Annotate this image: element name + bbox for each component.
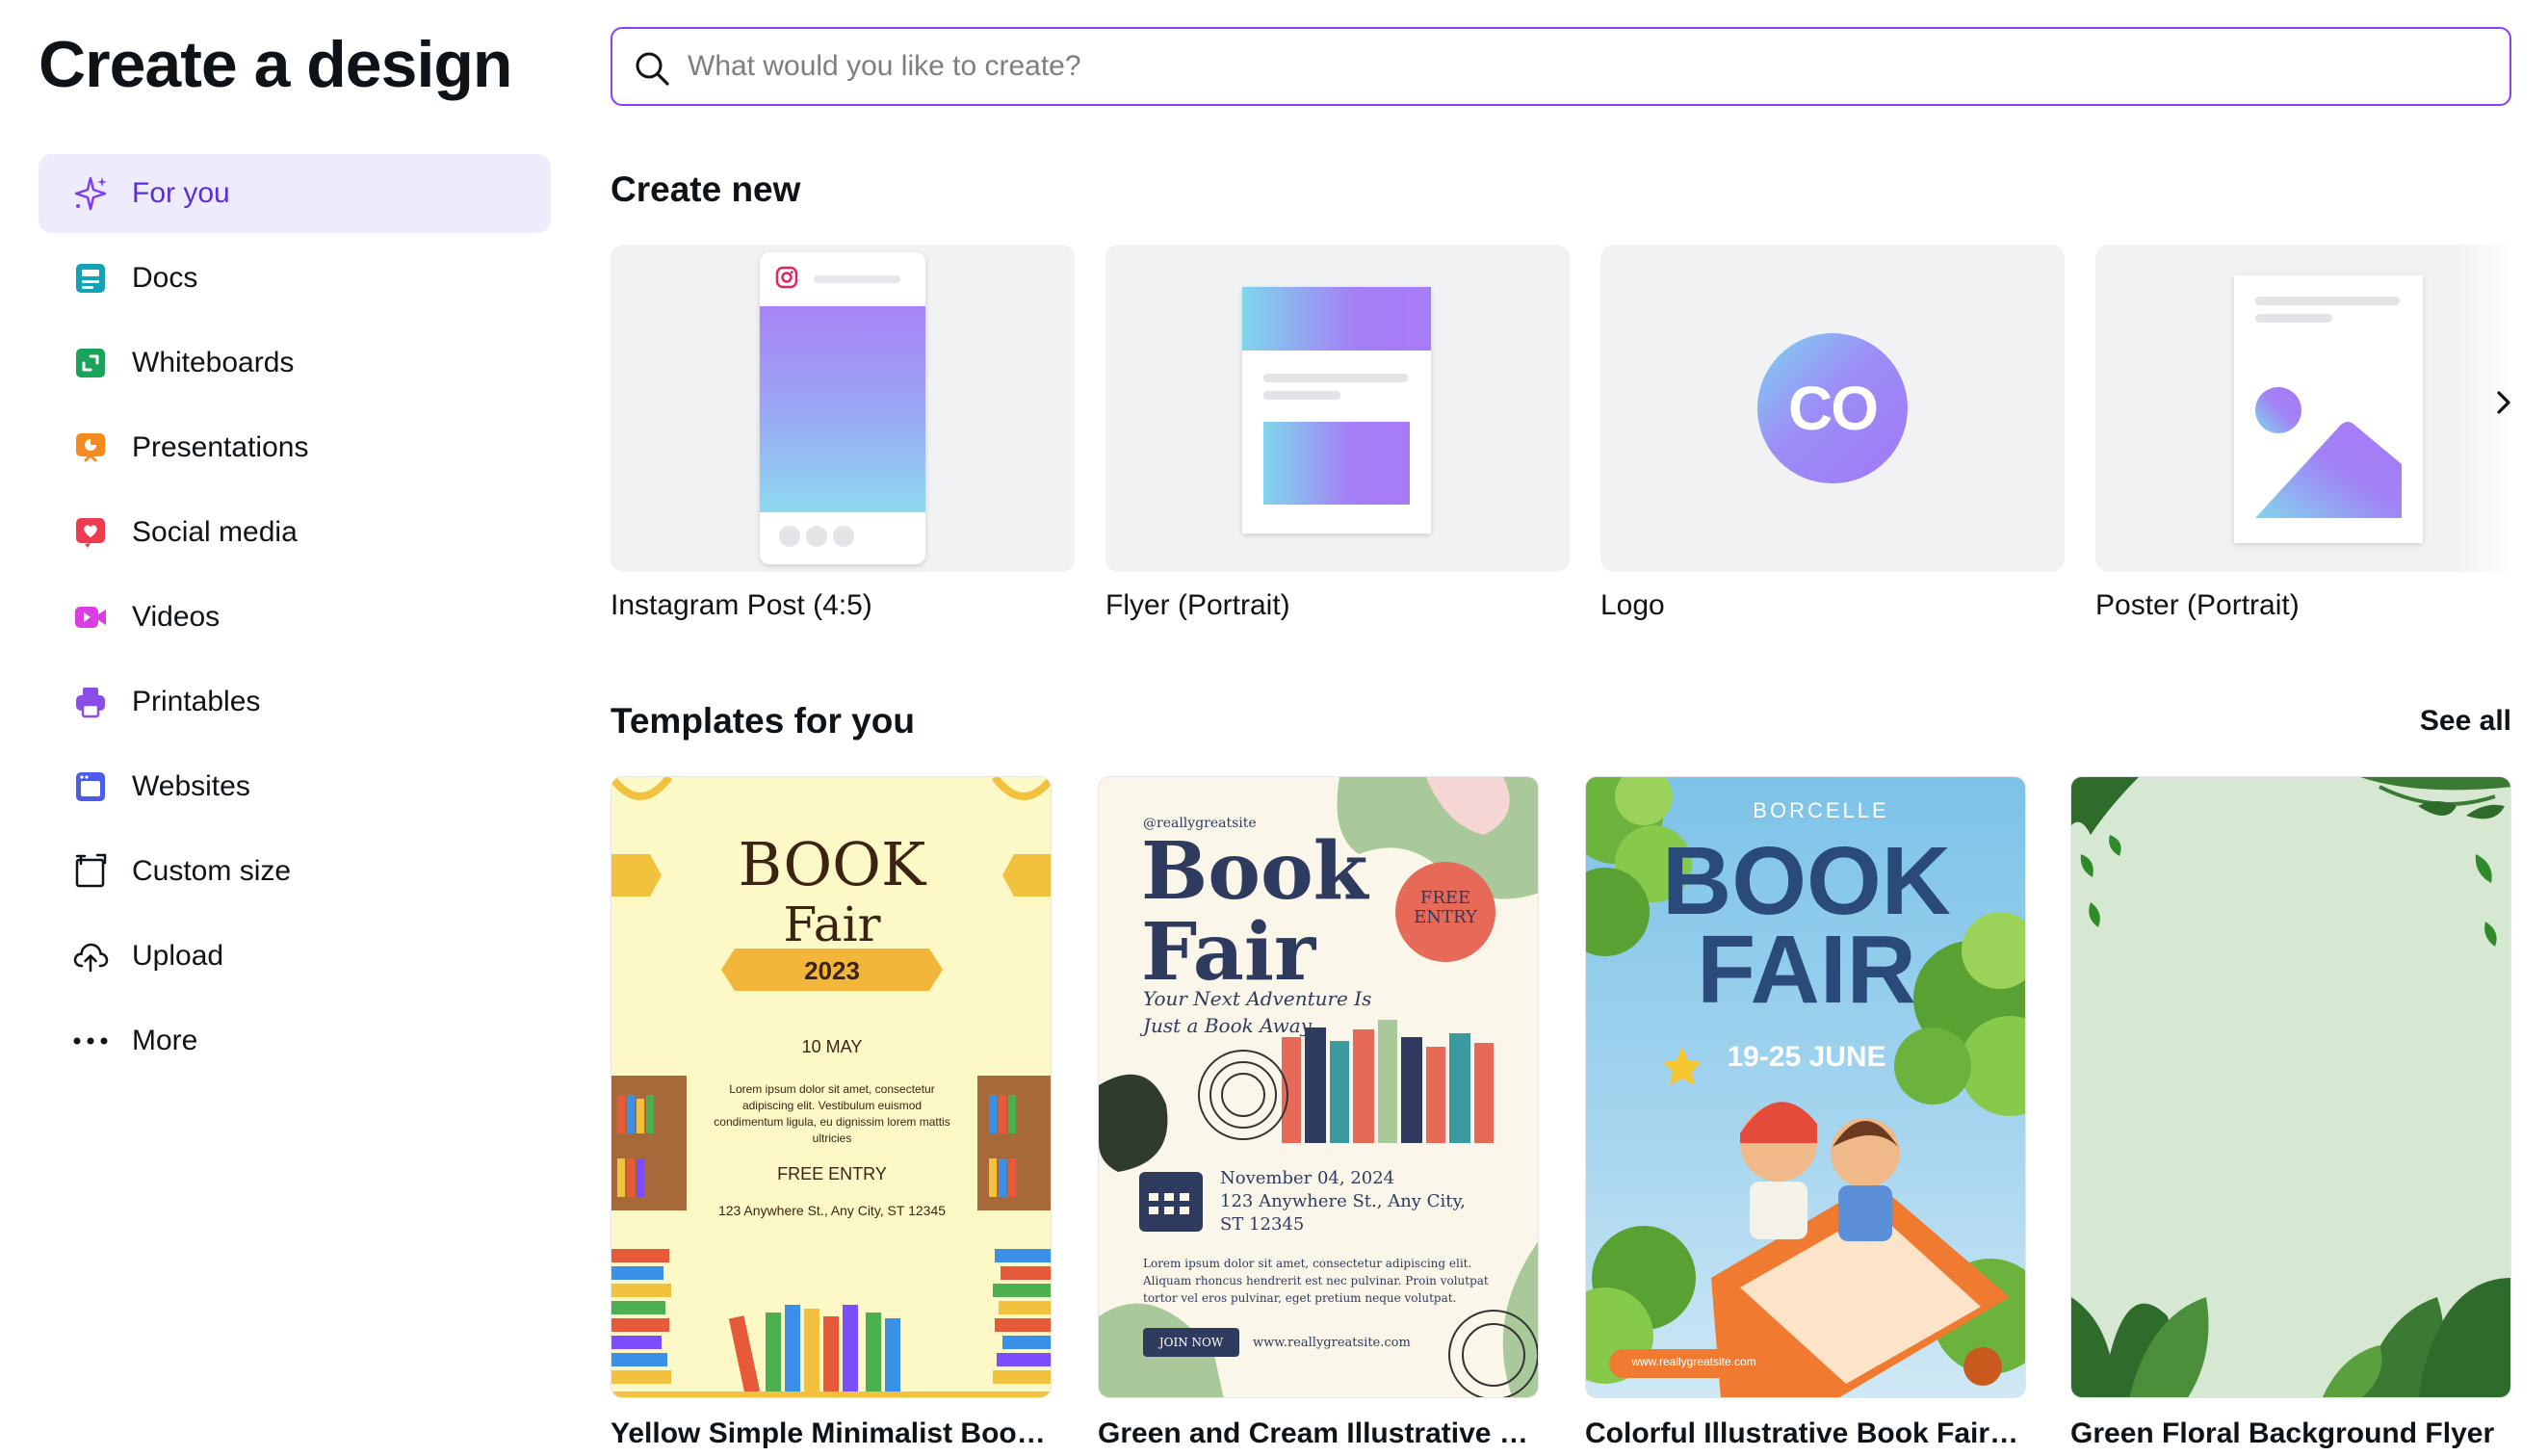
template-label: Yellow Simple Minimalist Book ... xyxy=(611,1417,1052,1449)
template-address-line2: ST 12345 xyxy=(1220,1214,1305,1235)
sidebar-item-upload[interactable]: Upload xyxy=(39,917,551,996)
sidebar-item-label: Upload xyxy=(132,940,224,972)
heart-icon xyxy=(71,513,110,552)
sidebar-item-label: More xyxy=(132,1025,198,1056)
template-site: www.reallygreatsite.com xyxy=(1631,1355,1756,1368)
custom-size-icon xyxy=(71,852,110,891)
template-card-colorful-book-fair[interactable]: BORCELLE BOOK FAIR 19-25 JUNE www.really… xyxy=(1585,776,2026,1398)
create-new-heading: Create new xyxy=(611,169,801,209)
flyer-mockup xyxy=(1242,287,1431,533)
carousel-next-button[interactable] xyxy=(2475,376,2533,433)
sidebar-item-label: Presentations xyxy=(132,431,309,463)
template-brand: BORCELLE xyxy=(1753,798,1889,822)
template-title-line2: Fair xyxy=(1141,906,1316,999)
template-label: Green Floral Background Flyer xyxy=(2070,1417,2495,1449)
template-title-line2: Fair xyxy=(783,897,881,952)
logo-text: CO xyxy=(1788,374,1879,443)
sidebar-item-label: Whiteboards xyxy=(132,347,295,378)
create-card-instagram-post[interactable] xyxy=(611,245,1075,572)
video-icon xyxy=(71,598,110,637)
sidebar-item-for-you[interactable]: For you xyxy=(39,154,551,233)
sidebar-item-label: Custom size xyxy=(132,855,292,887)
search-input[interactable] xyxy=(688,37,2479,96)
template-title-line2: FAIR xyxy=(1697,916,1916,1024)
sidebar-item-whiteboards[interactable]: Whiteboards xyxy=(39,324,551,403)
template-card-yellow-book-fair[interactable]: BOOK Fair 2023 10 MAY Lorem ipsum dolor … xyxy=(611,776,1052,1398)
sidebar-item-custom-size[interactable]: Custom size xyxy=(39,832,551,911)
create-card-poster-portrait[interactable] xyxy=(2095,245,2511,572)
logo-mark: CO xyxy=(1757,333,1908,483)
template-address: 123 Anywhere St., Any City, ST 12345 xyxy=(717,1203,947,1218)
sidebar-item-docs[interactable]: Docs xyxy=(39,239,551,318)
sidebar-item-printables[interactable]: Printables xyxy=(39,663,551,741)
template-entry: FREE ENTRY xyxy=(777,1164,887,1183)
create-card-label: Poster (Portrait) xyxy=(2095,589,2300,621)
sidebar-item-label: Docs xyxy=(132,262,198,294)
sidebar-item-label: Social media xyxy=(132,516,298,548)
create-card-label: Instagram Post (4:5) xyxy=(611,589,872,621)
whiteboard-icon xyxy=(71,344,110,382)
template-label: Green and Cream Illustrative Bo... xyxy=(1098,1417,1539,1449)
templates-heading: Templates for you xyxy=(611,701,915,741)
template-date: 19-25 JUNE xyxy=(1727,1041,1886,1073)
create-card-flyer-portrait[interactable] xyxy=(1105,245,1570,572)
template-title-line1: BOOK xyxy=(1662,827,1951,935)
template-title-line1: BOOK xyxy=(738,829,926,899)
chevron-right-icon xyxy=(2493,388,2514,422)
template-join-button: JOIN NOW xyxy=(1158,1336,1224,1349)
sidebar-item-websites[interactable]: Websites xyxy=(39,747,551,826)
see-all-link[interactable]: See all xyxy=(2420,705,2511,738)
template-date: November 04, 2024 xyxy=(1220,1168,1395,1188)
sidebar-item-label: Videos xyxy=(132,601,221,633)
template-card-green-floral[interactable] xyxy=(2070,776,2511,1398)
sparkle-icon xyxy=(71,174,110,213)
template-illustration xyxy=(2071,777,2510,1397)
template-badge: FREE ENTRY xyxy=(1414,888,1477,927)
sidebar-item-videos[interactable]: Videos xyxy=(39,578,551,657)
template-site: www.reallygreatsite.com xyxy=(1253,1336,1411,1350)
search-icon xyxy=(632,48,672,89)
poster-mockup xyxy=(2234,275,2423,543)
create-card-logo[interactable]: CO xyxy=(1600,245,2065,572)
template-year: 2023 xyxy=(804,956,860,985)
create-card-label: Logo xyxy=(1600,589,1665,621)
template-body: Lorem ipsum dolor sit amet, consectetur … xyxy=(714,1082,950,1145)
search-bar[interactable] xyxy=(611,27,2511,106)
sidebar-item-label: Printables xyxy=(132,686,261,717)
template-address-line1: 123 Anywhere St., Any City, xyxy=(1220,1191,1466,1211)
printer-icon xyxy=(71,683,110,721)
instagram-icon xyxy=(775,266,798,294)
template-tagline-line2: Just a Book Away xyxy=(1143,1014,1312,1037)
template-label: Colorful Illustrative Book Fair Fl... xyxy=(1585,1417,2026,1449)
sidebar-item-social-media[interactable]: Social media xyxy=(39,493,551,572)
template-card-green-cream-book-fair[interactable]: @reallygreatsite Book Fair FREE ENTRY Yo… xyxy=(1098,776,1539,1398)
phone-mockup xyxy=(760,252,925,564)
more-dots-icon xyxy=(71,1022,110,1060)
sidebar-item-label: Websites xyxy=(132,770,250,802)
cloud-upload-icon xyxy=(71,937,110,975)
sidebar-nav: For you Docs Whiteboards Presentations S… xyxy=(39,154,551,1086)
sidebar-item-presentations[interactable]: Presentations xyxy=(39,408,551,487)
docs-icon xyxy=(71,259,110,298)
sidebar-item-more[interactable]: More xyxy=(39,1001,551,1080)
presentation-icon xyxy=(71,429,110,467)
template-date: 10 MAY xyxy=(801,1037,863,1056)
template-tagline-line1: Your Next Adventure Is xyxy=(1143,987,1372,1010)
create-card-label: Flyer (Portrait) xyxy=(1105,589,1290,621)
template-body: Lorem ipsum dolor sit amet, consectetur … xyxy=(1143,1257,1489,1305)
image-placeholder-icon xyxy=(2255,387,2402,518)
website-icon xyxy=(71,767,110,806)
sidebar-item-label: For you xyxy=(132,177,230,209)
page-title: Create a design xyxy=(39,28,512,101)
template-title-line1: Book xyxy=(1141,825,1368,918)
